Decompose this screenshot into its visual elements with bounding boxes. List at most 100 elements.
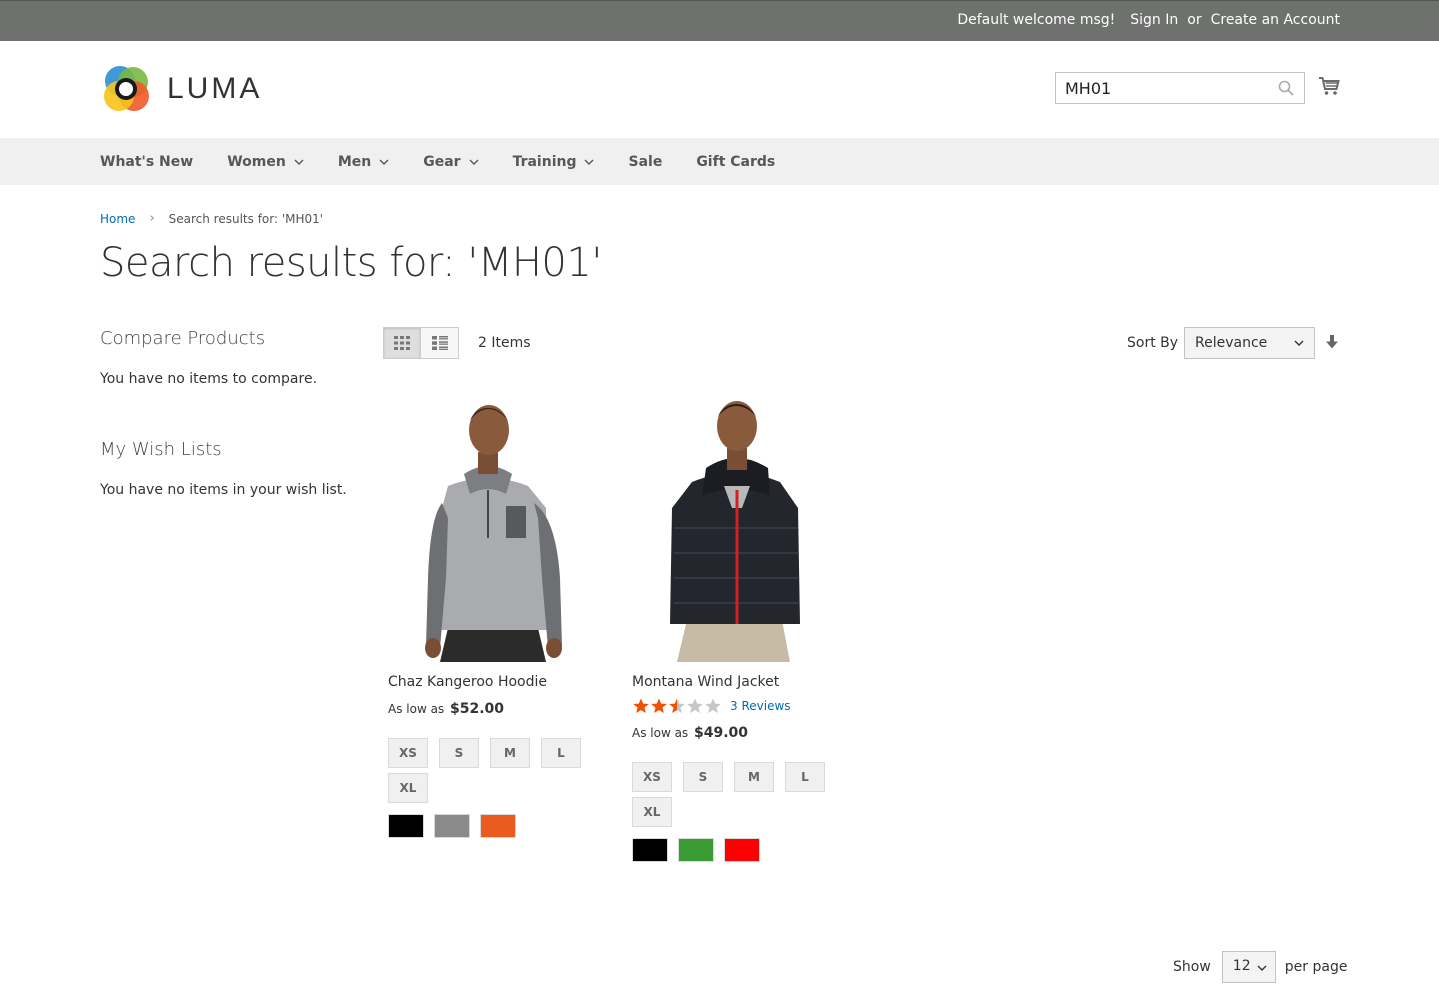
star-icon: [687, 698, 703, 713]
page-title: Search results for: 'MH01': [100, 240, 602, 286]
star-icon: [633, 698, 649, 713]
star-icon: [669, 698, 685, 713]
page-limiter: Show 12 per page: [1173, 951, 1347, 983]
logo-text: LUMA: [167, 72, 263, 105]
product-price: $49.00: [694, 725, 749, 741]
header-links: Default welcome msg! Sign In or Create a…: [957, 12, 1340, 28]
product-rating: 3 Reviews: [632, 698, 842, 714]
chevron-down-icon: [1257, 965, 1267, 971]
sort-by-select[interactable]: Relevance: [1184, 327, 1315, 359]
nav-item-sale[interactable]: Sale: [628, 154, 662, 170]
luma-logo-icon: [104, 66, 149, 111]
sidebar: Compare Products You have no items to co…: [100, 328, 360, 498]
size-swatch-xs[interactable]: XS: [632, 762, 672, 792]
size-swatch-s[interactable]: S: [683, 762, 723, 792]
size-swatch-xl[interactable]: XL: [388, 773, 428, 803]
color-swatch[interactable]: [388, 814, 424, 838]
breadcrumb-current: Search results for: 'MH01': [168, 211, 324, 226]
search-icon[interactable]: [1278, 80, 1294, 96]
price-prefix: As low as: [388, 702, 445, 716]
list-view-button[interactable]: [421, 327, 459, 359]
size-swatch-m[interactable]: M: [490, 738, 530, 768]
nav-item-gear[interactable]: Gear: [423, 153, 479, 170]
grid-icon: [394, 336, 410, 350]
nav-item-label: Sale: [628, 153, 663, 170]
hoodie-model-image: [388, 398, 598, 662]
price-prefix: As low as: [632, 726, 689, 740]
chevron-down-icon: [379, 159, 389, 165]
wishlist-block: My Wish Lists You have no items in your …: [100, 439, 360, 498]
nav-item-women[interactable]: Women: [227, 154, 304, 170]
cart-icon[interactable]: [1318, 75, 1340, 97]
product-item: Montana Wind Jacket 3 Reviews As low as …: [632, 398, 842, 862]
price-box: As low as $52.00: [388, 701, 598, 717]
top-bar: Default welcome msg! Sign In or Create a…: [0, 0, 1439, 41]
compare-products-block: Compare Products You have no items to co…: [100, 328, 360, 387]
size-swatch-m[interactable]: M: [734, 762, 774, 792]
chevron-down-icon: [469, 159, 479, 165]
create-account-link[interactable]: Create an Account: [1211, 12, 1340, 28]
star-icon: [705, 698, 721, 713]
limiter-value: 12: [1232, 958, 1251, 974]
product-name[interactable]: Montana Wind Jacket: [632, 674, 842, 690]
color-swatch[interactable]: [678, 838, 714, 862]
wishlist-empty-text: You have no items in your wish list.: [100, 482, 347, 498]
nav-item-what-s-new[interactable]: What's New: [100, 154, 193, 170]
product-price: $52.00: [450, 701, 505, 717]
breadcrumb-home-link[interactable]: Home: [100, 212, 135, 226]
nav-item-training[interactable]: Training: [513, 154, 595, 170]
search-box: [1055, 72, 1305, 104]
header: LUMA: [0, 41, 1439, 138]
sign-in-link[interactable]: Sign In: [1130, 12, 1178, 28]
size-swatch-l[interactable]: L: [785, 762, 825, 792]
nav-item-men[interactable]: Men: [338, 154, 389, 170]
limiter-select[interactable]: 12: [1221, 951, 1276, 983]
main-navigation: What's New Women Men Gear Training Sale Gift C…: [0, 138, 1439, 185]
nav-item-label: Gift Cards: [696, 153, 776, 170]
color-swatch[interactable]: [480, 814, 516, 838]
nav-item-label: Gear: [423, 153, 461, 170]
color-swatches: [388, 814, 598, 838]
limiter-show-label: Show: [1173, 959, 1211, 975]
breadcrumb: Home › Search results for: 'MH01': [100, 211, 323, 226]
product-image[interactable]: [632, 398, 842, 662]
welcome-message: Default welcome msg!: [957, 12, 1116, 28]
sort-by-label: Sort By: [1127, 335, 1179, 351]
product-name[interactable]: Chaz Kangeroo Hoodie: [388, 674, 598, 690]
search-input[interactable]: [1056, 73, 1266, 103]
chevron-down-icon: [294, 159, 304, 165]
size-swatch-s[interactable]: S: [439, 738, 479, 768]
nav-item-label: Men: [337, 153, 372, 170]
breadcrumb-separator: ›: [149, 211, 155, 226]
view-mode-switcher: [383, 327, 459, 359]
price-box: As low as $49.00: [632, 725, 842, 741]
color-swatch[interactable]: [632, 838, 668, 862]
size-swatch-l[interactable]: L: [541, 738, 581, 768]
sort-direction-arrow-icon[interactable]: [1325, 334, 1339, 350]
reviews-link[interactable]: 3 Reviews: [730, 699, 791, 713]
nav-item-label: Women: [227, 153, 286, 170]
list-icon: [431, 336, 448, 350]
wishlist-title: My Wish Lists: [100, 439, 222, 460]
nav-item-label: Training: [512, 153, 577, 170]
logo[interactable]: LUMA: [100, 63, 262, 115]
or-text: or: [1187, 12, 1202, 28]
size-swatches: XS S M L XL: [632, 762, 832, 827]
chevron-down-icon: [1294, 340, 1304, 346]
star-icon: [651, 698, 667, 713]
size-swatch-xl[interactable]: XL: [632, 797, 672, 827]
products-toolbar: 2 Items Sort By Relevance: [383, 327, 1340, 359]
product-item: Chaz Kangeroo Hoodie As low as $52.00 XS…: [388, 398, 598, 838]
nav-item-label: What's New: [100, 153, 194, 170]
jacket-model-image: [632, 398, 842, 662]
limiter-per-page-label: per page: [1284, 959, 1348, 975]
color-swatches: [632, 838, 842, 862]
size-swatch-xs[interactable]: XS: [388, 738, 428, 768]
compare-products-title: Compare Products: [100, 328, 266, 349]
grid-view-button[interactable]: [383, 327, 421, 359]
item-count: 2 Items: [478, 335, 531, 351]
color-swatch[interactable]: [434, 814, 470, 838]
color-swatch[interactable]: [724, 838, 760, 862]
product-image[interactable]: [388, 398, 598, 662]
nav-item-gift-cards[interactable]: Gift Cards: [696, 154, 775, 170]
